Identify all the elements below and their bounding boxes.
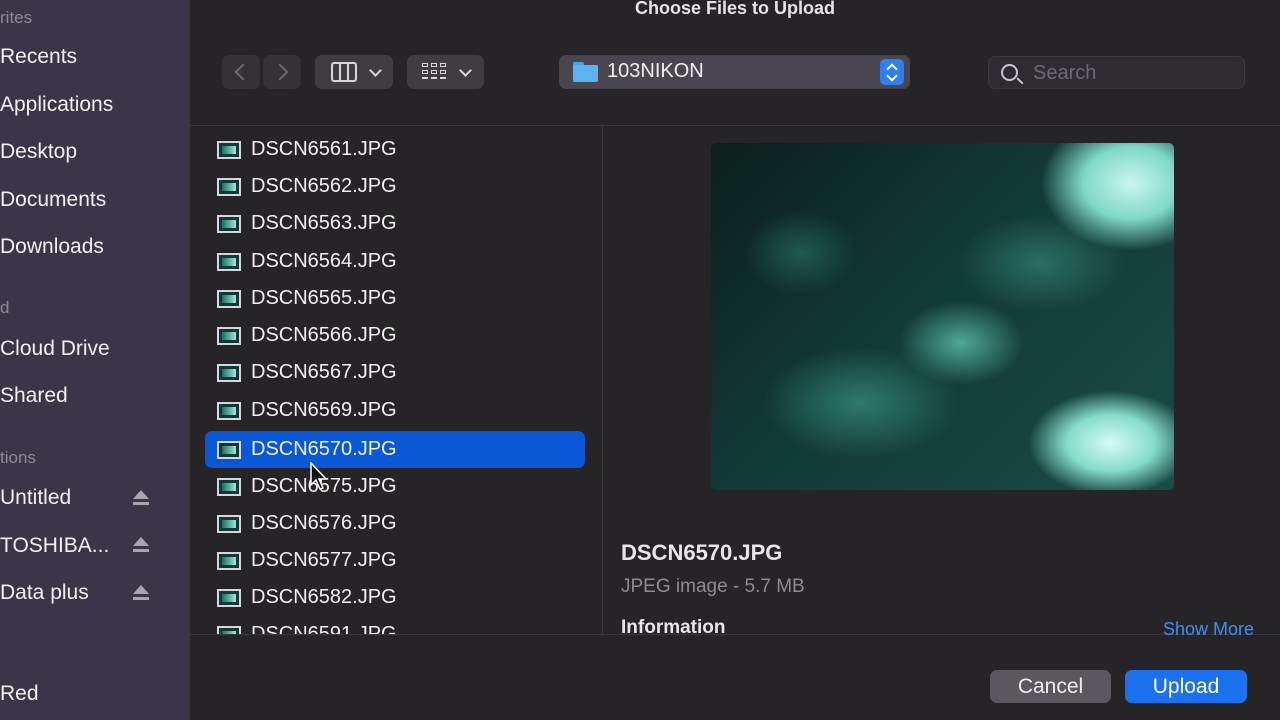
- sidebar-item-documents[interactable]: Documents: [0, 188, 106, 212]
- list-item[interactable]: DSCN6591.JPG: [205, 616, 585, 634]
- image-file-icon: [217, 441, 241, 459]
- list-item[interactable]: DSCN6569.JPG: [205, 392, 585, 429]
- sidebar-section-favorites: rites: [0, 8, 33, 27]
- image-file-icon: [217, 364, 241, 382]
- file-name: DSCN6566.JPG: [251, 324, 397, 346]
- image-file-icon: [217, 552, 241, 570]
- list-item[interactable]: DSCN6564.JPG: [205, 243, 585, 280]
- sidebar-item-untitled[interactable]: Untitled: [0, 486, 71, 510]
- list-item[interactable]: DSCN6576.JPG: [205, 505, 585, 542]
- divider: [190, 634, 1280, 635]
- file-name: DSCN6569.JPG: [251, 399, 397, 421]
- file-name: DSCN6591.JPG: [251, 623, 397, 634]
- list-item-selected[interactable]: DSCN6570.JPG: [205, 431, 585, 468]
- sidebar-item-toshiba[interactable]: TOSHIBA...: [0, 534, 109, 558]
- information-heading: Information: [621, 617, 726, 638]
- divider: [190, 125, 1280, 126]
- image-file-icon: [217, 626, 241, 634]
- file-name: DSCN6564.JPG: [251, 250, 397, 272]
- sidebar-section-icloud: d: [0, 298, 10, 317]
- sidebar-item-data-plus[interactable]: Data plus: [0, 581, 89, 605]
- search-field[interactable]: [988, 56, 1245, 89]
- image-file-icon: [217, 589, 241, 607]
- list-item[interactable]: DSCN6566.JPG: [205, 317, 585, 354]
- file-browser: Choose Files to Upload 103NIKON DSCN6561…: [190, 0, 1280, 720]
- list-item[interactable]: DSCN6561.JPG: [205, 131, 585, 168]
- location-dropdown[interactable]: 103NIKON: [559, 55, 910, 89]
- search-icon: [1001, 64, 1018, 81]
- sidebar-item-applications[interactable]: Applications: [0, 93, 113, 117]
- sidebar-item-recents[interactable]: Recents: [0, 45, 77, 69]
- preview-filename: DSCN6570.JPG: [621, 540, 783, 565]
- image-file-icon: [217, 141, 241, 159]
- file-name: DSCN6563.JPG: [251, 212, 397, 234]
- upload-button[interactable]: Upload: [1125, 670, 1247, 703]
- sidebar-item-desktop[interactable]: Desktop: [0, 140, 77, 164]
- sidebar-item-icloud-drive[interactable]: Cloud Drive: [0, 337, 110, 361]
- folder-icon: [573, 62, 598, 82]
- sidebar-item-downloads[interactable]: Downloads: [0, 235, 104, 259]
- image-file-icon: [217, 402, 241, 420]
- list-item[interactable]: DSCN6563.JPG: [205, 205, 585, 242]
- image-file-icon: [217, 515, 241, 533]
- chevron-left-icon: [234, 63, 252, 81]
- list-item[interactable]: DSCN6562.JPG: [205, 168, 585, 205]
- forward-button[interactable]: [263, 55, 301, 89]
- image-preview: [711, 143, 1174, 490]
- list-item[interactable]: DSCN6565.JPG: [205, 280, 585, 317]
- file-name: DSCN6562.JPG: [251, 175, 397, 197]
- divider: [602, 126, 603, 634]
- current-folder-label: 103NIKON: [607, 60, 704, 82]
- file-name: DSCN6576.JPG: [251, 512, 397, 534]
- show-more-link[interactable]: Show More: [1163, 619, 1254, 640]
- file-name: DSCN6561.JPG: [251, 138, 397, 160]
- sidebar-item-shared[interactable]: Shared: [0, 384, 68, 408]
- eject-icon[interactable]: [131, 584, 151, 604]
- grid-view-icon: [422, 63, 448, 81]
- window-title: Choose Files to Upload: [634, 0, 835, 18]
- list-item[interactable]: DSCN6582.JPG: [205, 579, 585, 616]
- eject-icon[interactable]: [131, 489, 151, 509]
- image-file-icon: [217, 327, 241, 345]
- file-name: DSCN6577.JPG: [251, 549, 397, 571]
- columns-view-icon: [331, 62, 357, 82]
- sidebar-section-locations: tions: [0, 448, 36, 467]
- list-item[interactable]: DSCN6575.JPG: [205, 468, 585, 505]
- image-file-icon: [217, 290, 241, 308]
- list-item[interactable]: DSCN6567.JPG: [205, 354, 585, 391]
- image-file-icon: [217, 178, 241, 196]
- stepper-icon[interactable]: [880, 59, 904, 85]
- list-item[interactable]: DSCN6577.JPG: [205, 542, 585, 579]
- file-name: DSCN6570.JPG: [251, 438, 397, 460]
- eject-icon[interactable]: [131, 536, 151, 556]
- preview-file-info: JPEG image - 5.7 MB: [621, 576, 805, 597]
- chevron-down-icon: [459, 64, 472, 77]
- group-by-button[interactable]: [407, 55, 484, 89]
- image-file-icon: [217, 478, 241, 496]
- back-button[interactable]: [222, 55, 260, 89]
- search-input[interactable]: [1033, 60, 1233, 86]
- image-file-icon: [217, 215, 241, 233]
- sidebar-tag-red[interactable]: Red: [0, 682, 39, 706]
- file-name: DSCN6582.JPG: [251, 586, 397, 608]
- cancel-button[interactable]: Cancel: [990, 670, 1111, 703]
- chevron-down-icon: [369, 64, 382, 77]
- file-list[interactable]: DSCN6561.JPG DSCN6562.JPG DSCN6563.JPG D…: [205, 131, 585, 634]
- sidebar: rites Recents Applications Desktop Docum…: [0, 0, 190, 720]
- view-mode-button[interactable]: [315, 55, 393, 89]
- file-name: DSCN6565.JPG: [251, 287, 397, 309]
- image-file-icon: [217, 253, 241, 271]
- chevron-right-icon: [271, 63, 289, 81]
- file-name: DSCN6567.JPG: [251, 361, 397, 383]
